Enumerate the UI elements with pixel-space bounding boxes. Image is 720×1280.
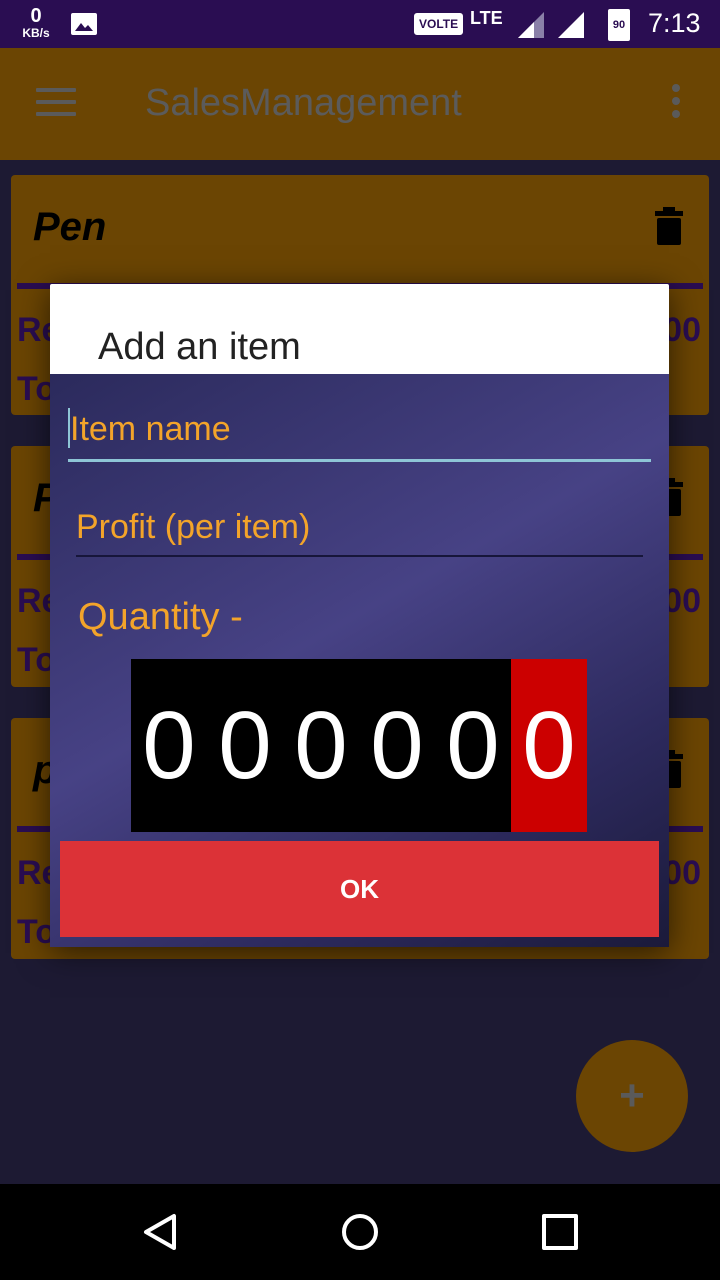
network-speed-unit: KB/s xyxy=(22,26,50,40)
volte-badge: VOLTE xyxy=(414,13,464,35)
quantity-digit[interactable]: 0 xyxy=(131,659,207,832)
item-name-placeholder: Item name xyxy=(70,410,231,448)
network-speed: 0 KB/s xyxy=(16,6,56,39)
signal-sim1-icon xyxy=(518,12,544,38)
ok-button[interactable]: OK xyxy=(60,841,659,937)
battery-icon: 90 xyxy=(608,9,630,41)
add-item-dialog: Add an item Item name Profit (per item) … xyxy=(50,284,669,947)
hamburger-menu-icon[interactable] xyxy=(36,88,76,118)
more-vert-icon[interactable] xyxy=(666,84,686,124)
profit-placeholder: Profit (per item) xyxy=(76,508,311,546)
navigation-bar xyxy=(0,1184,720,1280)
plus-icon: + xyxy=(619,1071,645,1120)
app-title: SalesManagement xyxy=(145,82,462,124)
recent-apps-icon[interactable] xyxy=(542,1214,578,1250)
dialog-header: Add an item xyxy=(50,284,669,374)
clock: 7:13 xyxy=(648,8,701,38)
lte-label: LTE xyxy=(470,8,503,28)
status-bar: 0 KB/s VOLTE LTE 90 7:13 xyxy=(0,0,720,48)
quantity-digit[interactable]: 0 xyxy=(207,659,283,832)
back-icon[interactable] xyxy=(140,1212,180,1252)
quantity-digit[interactable]: 0 xyxy=(359,659,435,832)
dialog-title: Add an item xyxy=(98,326,301,368)
card-title: Pen xyxy=(33,205,107,249)
quantity-picker[interactable]: 0 0 0 0 0 0 xyxy=(131,659,587,832)
quantity-digit[interactable]: 0 xyxy=(283,659,359,832)
quantity-digit-selected[interactable]: 0 xyxy=(511,659,587,832)
home-icon[interactable] xyxy=(340,1212,380,1252)
quantity-label: Quantity - xyxy=(78,596,243,638)
signal-sim2-icon xyxy=(558,12,584,38)
item-name-field[interactable]: Item name xyxy=(68,404,651,462)
dialog-body: Item name Profit (per item) Quantity - 0… xyxy=(50,374,669,947)
network-speed-value: 0 xyxy=(30,5,42,27)
trash-icon[interactable] xyxy=(655,207,683,245)
profit-field[interactable]: Profit (per item) xyxy=(76,502,643,557)
add-item-fab[interactable]: + xyxy=(576,1040,688,1152)
image-notification-icon xyxy=(71,13,97,35)
quantity-digit[interactable]: 0 xyxy=(435,659,511,832)
app-bar: SalesManagement xyxy=(0,48,720,160)
